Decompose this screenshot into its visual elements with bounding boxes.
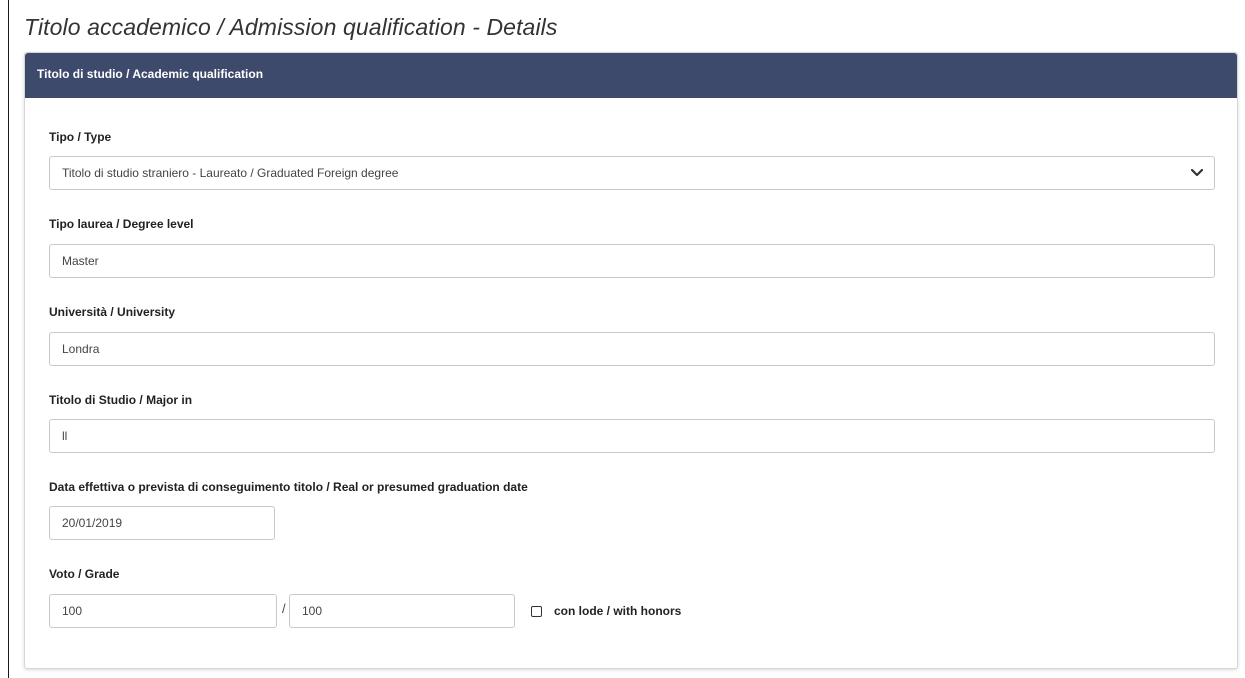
university-field[interactable]: Londra bbox=[49, 332, 1215, 366]
university-label: Università / University bbox=[49, 305, 176, 319]
left-border-rule bbox=[8, 0, 9, 678]
page-title: Titolo accademico / Admission qualificat… bbox=[24, 14, 558, 40]
chevron-down-icon bbox=[1190, 157, 1204, 189]
type-select[interactable]: Titolo di studio straniero - Laureato / … bbox=[49, 156, 1215, 190]
grade-field[interactable]: 100 bbox=[49, 594, 277, 628]
panel-header: Titolo di studio / Academic qualificatio… bbox=[25, 53, 1237, 98]
major-field[interactable]: ll bbox=[49, 419, 1215, 453]
academic-qualification-panel: Titolo di studio / Academic qualificatio… bbox=[24, 52, 1238, 669]
major-label: Titolo di Studio / Major in bbox=[49, 393, 193, 407]
type-label: Tipo / Type bbox=[49, 130, 112, 144]
type-select-value: Titolo di studio straniero - Laureato / … bbox=[62, 166, 399, 180]
degree-level-field[interactable]: Master bbox=[49, 244, 1215, 278]
graduation-date-label: Data effettiva o prevista di conseguimen… bbox=[49, 480, 528, 494]
degree-level-label: Tipo laurea / Degree level bbox=[49, 217, 194, 231]
grade-max-field[interactable]: 100 bbox=[289, 594, 515, 628]
honors-checkbox[interactable] bbox=[531, 606, 542, 617]
grade-separator: / bbox=[282, 601, 286, 616]
graduation-date-field[interactable]: 20/01/2019 bbox=[49, 506, 275, 540]
honors-label: con lode / with honors bbox=[554, 604, 682, 618]
grade-label: Voto / Grade bbox=[49, 567, 120, 581]
